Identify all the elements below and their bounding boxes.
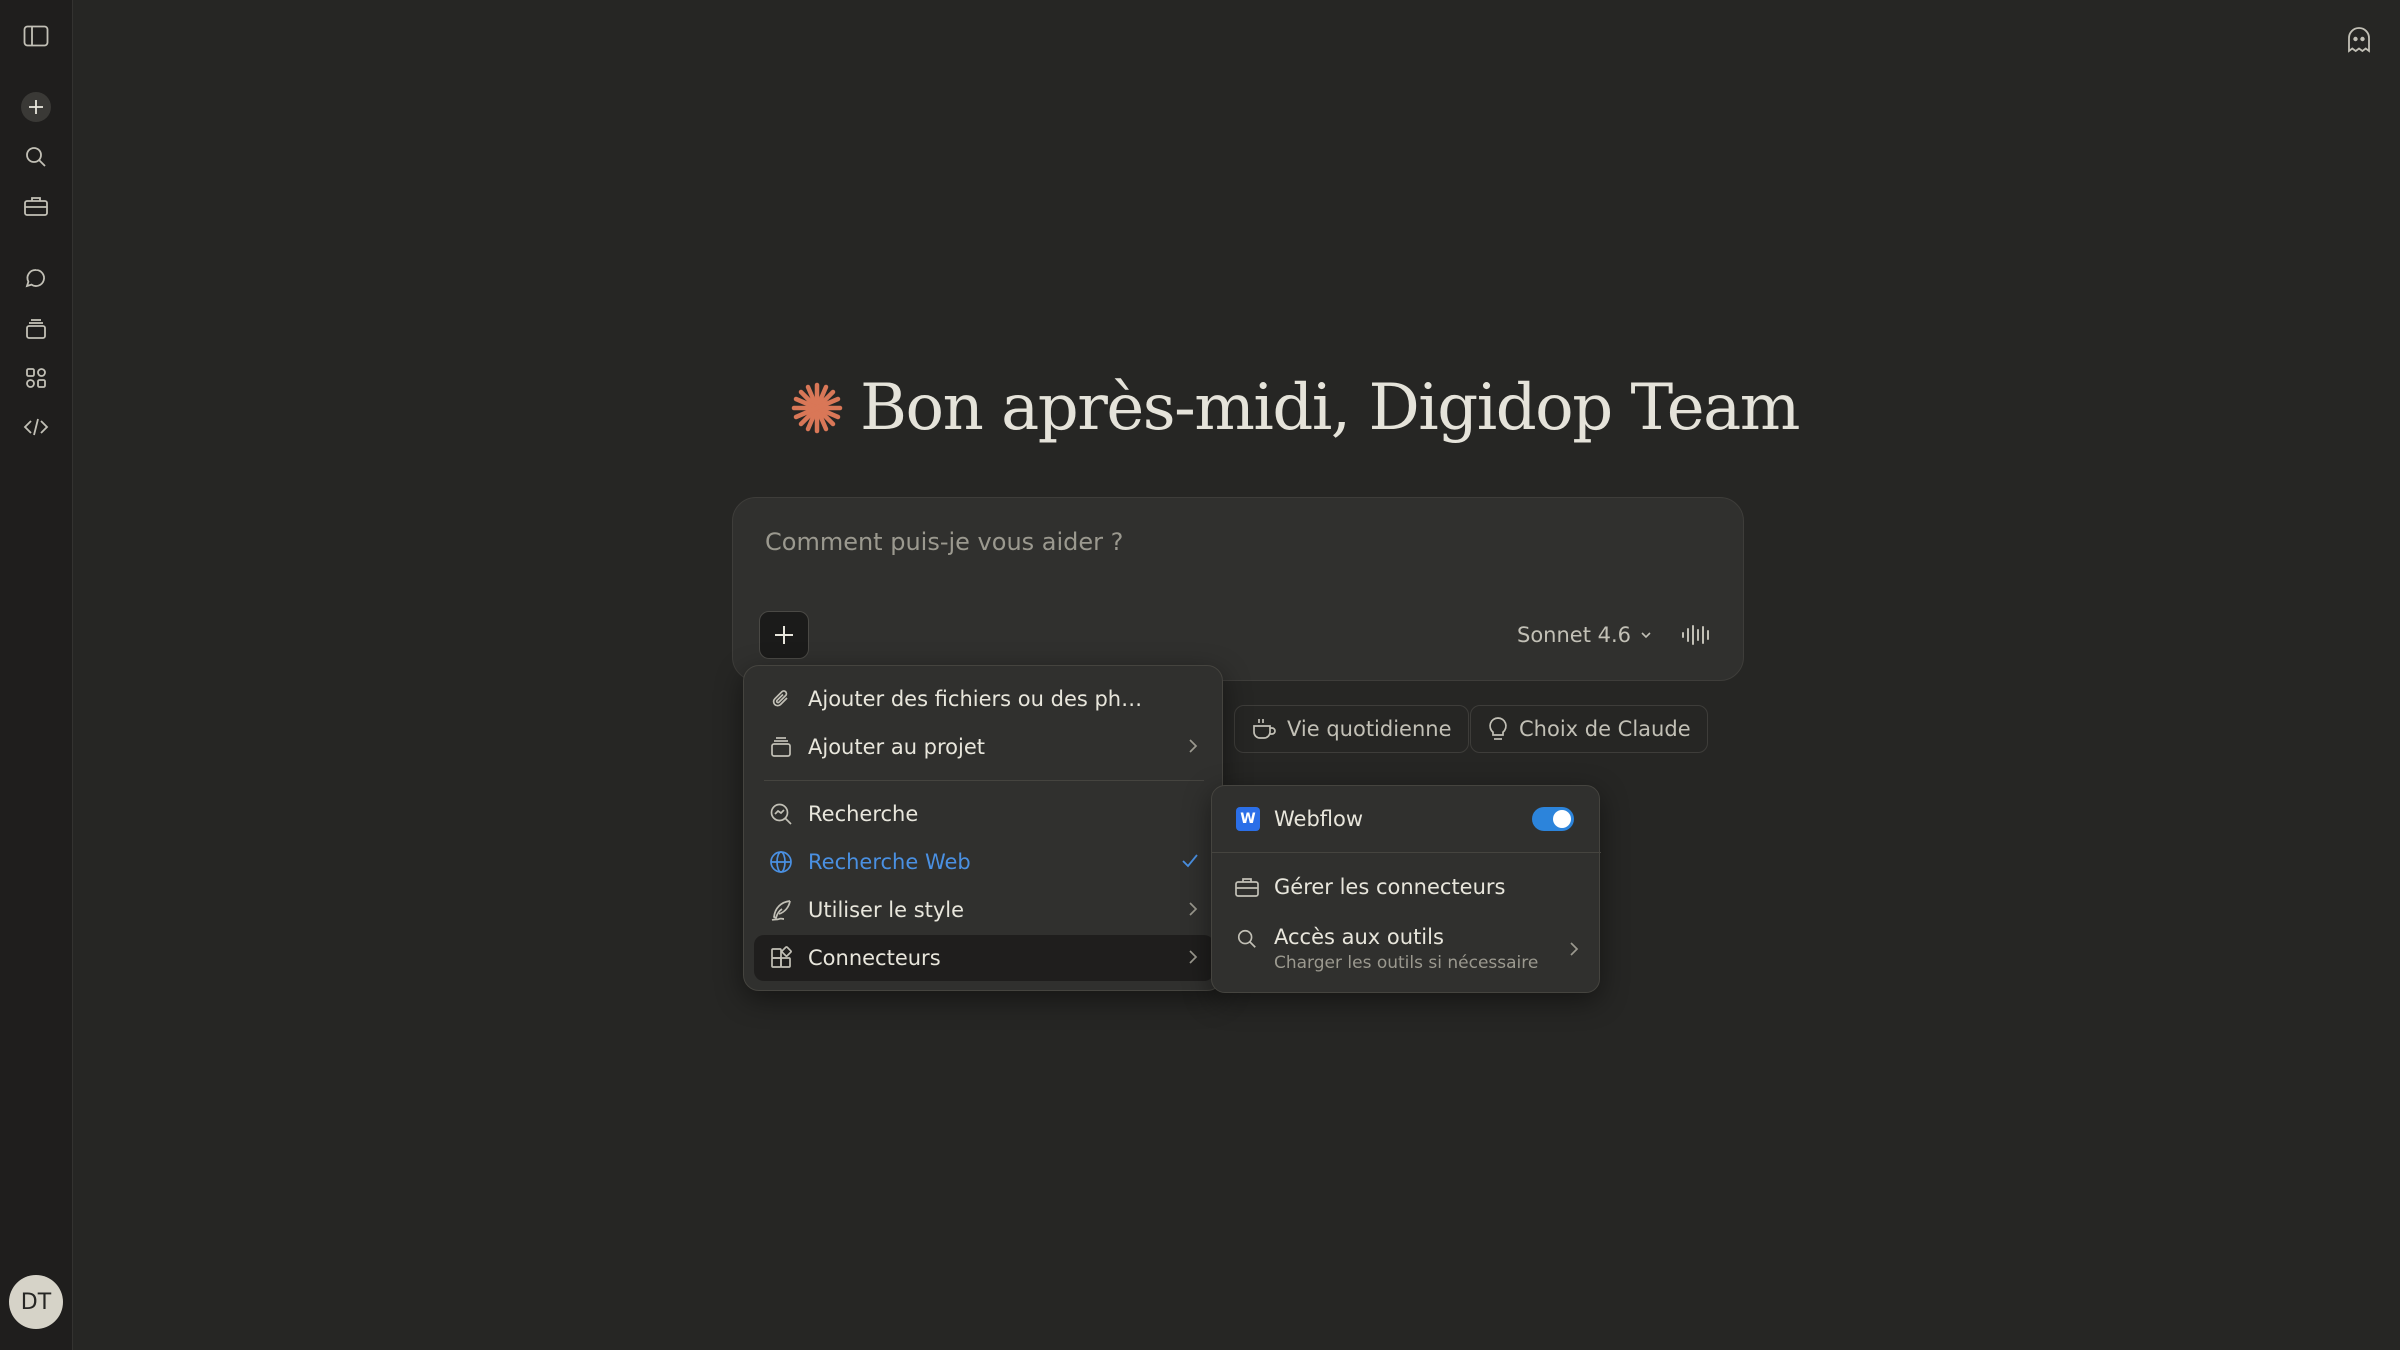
connector-webflow[interactable]: W Webflow [1212,786,1601,852]
incognito-ghost-icon[interactable] [2339,20,2379,60]
model-selector[interactable]: Sonnet 4.6 [1517,617,1653,653]
chevron-right-icon [1186,947,1200,967]
toolbox-icon [1234,876,1260,898]
greeting-title: Bon après-midi, Digidop Team [860,371,1800,445]
menu-item-use-style[interactable]: Utiliser le style [754,887,1214,933]
paperclip-icon [768,686,794,712]
user-avatar[interactable]: DT [9,1275,63,1329]
project-box-icon [768,734,794,760]
chip-choix-de-claude[interactable]: Choix de Claude [1470,705,1708,753]
chevron-down-icon [1641,632,1651,639]
add-content-button[interactable] [759,611,809,659]
chevron-right-icon [1567,939,1581,959]
toggle-sidebar-icon[interactable] [17,17,55,55]
chip-label: Choix de Claude [1519,717,1691,741]
webflow-logo-icon: W [1236,807,1260,831]
code-icon[interactable] [17,408,55,446]
research-icon [768,801,794,827]
menu-item-add-to-project[interactable]: Ajouter au projet [754,724,1214,770]
manage-connectors-label: Gérer les connecteurs [1274,875,1506,899]
quill-icon [768,897,794,923]
chip-label: Vie quotidienne [1287,717,1452,741]
menu-item-label: Connecteurs [808,946,941,970]
composer: Sonnet 4.6 [732,497,1744,681]
globe-icon [768,849,794,875]
audio-waveform-icon [1682,625,1709,645]
tool-access-description: Charger les outils si nécessaire [1274,953,1539,973]
menu-item-research[interactable]: Recherche [754,791,1214,837]
tool-access-item[interactable]: Accès aux outils Charger les outils si n… [1212,914,1601,984]
model-label: Sonnet 4.6 [1517,623,1632,647]
coffee-cup-icon [1253,719,1276,739]
voice-mode-button[interactable] [1675,613,1719,657]
menu-item-label: Recherche Web [808,850,971,874]
projects-icon[interactable] [17,310,55,348]
tool-access-label: Accès aux outils [1274,925,1444,949]
chevron-right-icon [1186,899,1200,919]
menu-item-connectors[interactable]: Connecteurs [754,935,1214,981]
checkmark-icon [1180,851,1200,871]
message-input[interactable] [765,528,1665,556]
toolbox-icon[interactable] [17,187,55,225]
menu-divider [764,780,1204,781]
menu-item-label: Ajouter au projet [808,735,986,759]
search-icon[interactable] [17,138,55,176]
new-chat-button[interactable] [17,88,55,126]
plus-icon [21,92,51,122]
claude-logo-icon [791,382,843,434]
menu-item-add-files[interactable]: Ajouter des fichiers ou des ph… [754,676,1214,722]
webflow-toggle[interactable] [1532,807,1574,831]
greeting: Bon après-midi, Digidop Team [790,358,1800,458]
add-content-menu: Ajouter des fichiers ou des ph… Ajouter … [743,665,1223,991]
submenu-divider [1212,852,1601,853]
menu-item-web-search[interactable]: Recherche Web [754,839,1214,885]
sidebar: DT [0,0,73,1350]
connectors-icon [768,945,794,971]
toggle-knob [1553,810,1571,828]
plus-icon [775,626,793,644]
menu-item-label: Ajouter des fichiers ou des ph… [808,687,1143,711]
connectors-submenu: W Webflow Gérer les connecteurs Accès au… [1211,785,1601,993]
artifacts-icon[interactable] [17,359,55,397]
menu-item-label: Utiliser le style [808,898,965,922]
chevron-right-icon [1186,736,1200,756]
chats-icon[interactable] [17,260,55,298]
manage-connectors-item[interactable]: Gérer les connecteurs [1212,864,1601,910]
menu-item-label: Recherche [808,802,919,826]
connector-label: Webflow [1274,807,1364,831]
search-icon [1236,928,1258,950]
lightbulb-icon [1489,717,1507,740]
chip-vie-quotidienne[interactable]: Vie quotidienne [1234,705,1469,753]
